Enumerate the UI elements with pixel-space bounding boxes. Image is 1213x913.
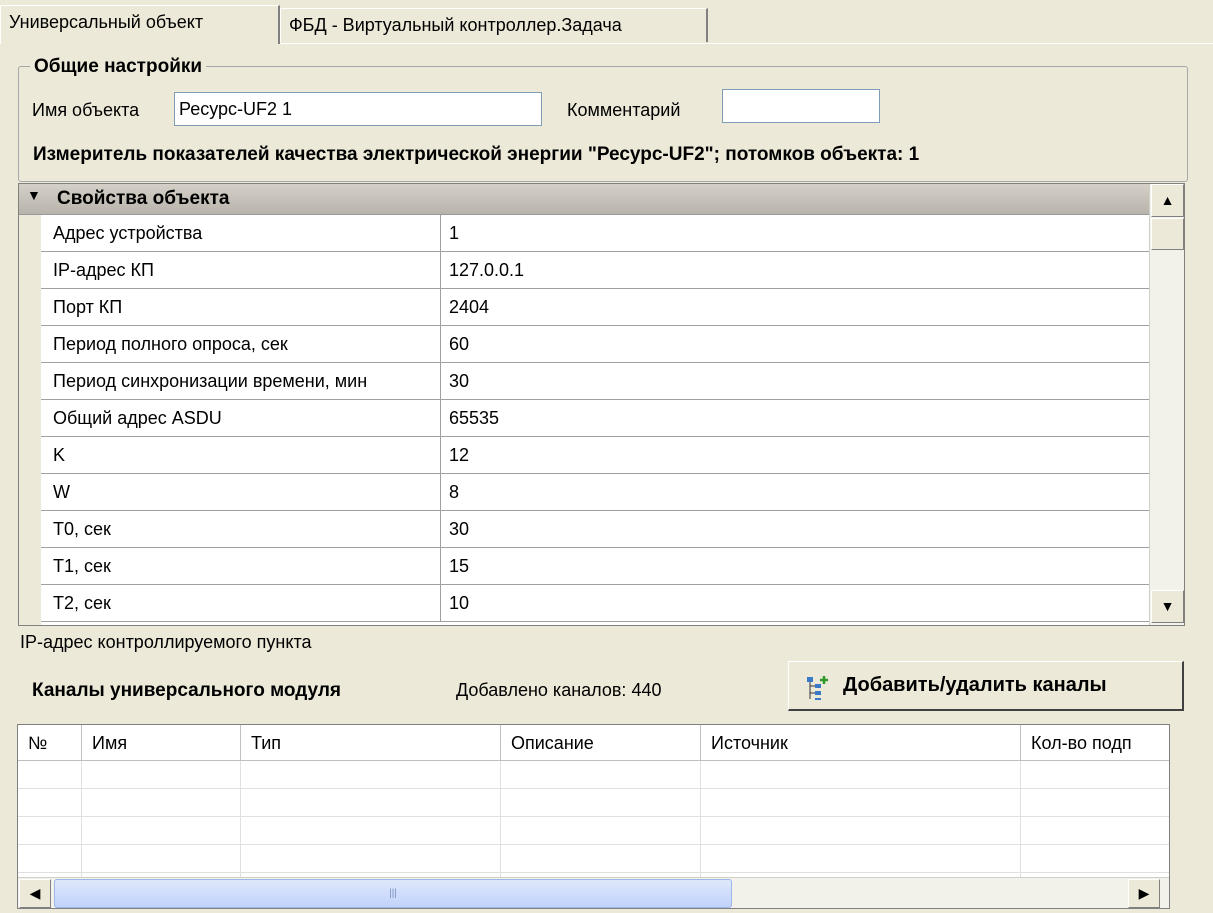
horizontal-scrollbar[interactable]: ◀ ||| ▶ (18, 877, 1169, 908)
group-legend: Общие настройки (30, 56, 207, 78)
column-divider (500, 761, 501, 879)
tab-label: Универсальный объект (9, 12, 204, 32)
tree-add-icon (805, 674, 831, 706)
property-name: Общий адрес ASDU (41, 400, 441, 436)
property-row[interactable]: Период полного опроса, сек 60 (41, 326, 1149, 363)
grid-margin (19, 215, 41, 625)
column-header-type[interactable]: Тип (241, 725, 501, 761)
tab-label: ФБД - Виртуальный контроллер.Задача (289, 15, 622, 35)
add-remove-channels-button[interactable]: Добавить/удалить каналы (788, 661, 1184, 711)
category-title: Свойства объекта (57, 188, 230, 209)
property-name: Период полного опроса, сек (41, 326, 441, 362)
property-name: IP-адрес КП (41, 252, 441, 288)
column-divider (240, 761, 241, 879)
add-button-label: Добавить/удалить каналы (843, 674, 1107, 696)
column-divider (81, 761, 82, 879)
property-name: K (41, 437, 441, 473)
triangle-down-icon[interactable]: ▼ (27, 187, 41, 203)
table-row[interactable] (18, 789, 1169, 817)
property-name: W (41, 474, 441, 510)
property-hint: IP-адрес контроллируемого пункта (20, 632, 312, 652)
object-description: Измеритель показателей качества электрич… (33, 144, 920, 165)
comment-label: Комментарий (567, 100, 681, 120)
arrow-right-icon[interactable]: ▶ (1128, 879, 1160, 908)
column-header-description[interactable]: Описание (501, 725, 701, 761)
channels-table: № Имя Тип Описание Источник Кол-во подп … (17, 724, 1170, 909)
property-row[interactable]: T1, сек 15 (41, 548, 1149, 585)
property-value[interactable]: 15 (441, 548, 1149, 584)
column-header-name[interactable]: Имя (82, 725, 241, 761)
property-name: Порт КП (41, 289, 441, 325)
property-row[interactable]: Порт КП 2404 (41, 289, 1149, 326)
column-header-source[interactable]: Источник (701, 725, 1021, 761)
property-name: T1, сек (41, 548, 441, 584)
property-value[interactable]: 10 (441, 585, 1149, 621)
channels-title: Каналы универсального модуля (32, 680, 342, 701)
column-header-number[interactable]: № (18, 725, 82, 761)
property-value[interactable]: 65535 (441, 400, 1149, 436)
arrow-left-icon[interactable]: ◀ (19, 879, 51, 908)
property-grid: ▼ Свойства объекта Адрес устройства 1 IP-а… (18, 183, 1185, 626)
scroll-thumb[interactable]: ||| (54, 879, 732, 908)
tab-universal-object[interactable]: Универсальный объект (0, 5, 280, 44)
property-row[interactable]: W8 (41, 474, 1149, 511)
property-value[interactable]: 12 (441, 437, 1149, 473)
property-name: T0, сек (41, 511, 441, 547)
property-name: Адрес устройства (41, 215, 441, 251)
tab-fbd-controller[interactable]: ФБД - Виртуальный контроллер.Задача (280, 8, 708, 42)
object-name-label: Имя объекта (32, 100, 140, 120)
property-value[interactable]: 60 (441, 326, 1149, 362)
property-category-header[interactable]: ▼ Свойства объекта (19, 184, 1149, 215)
property-row[interactable]: Адрес устройства 1 (41, 215, 1149, 252)
property-name: Период синхронизации времени, мин (41, 363, 441, 399)
comment-input[interactable] (722, 89, 880, 123)
column-header-count[interactable]: Кол-во подп (1021, 725, 1169, 761)
scroll-thumb[interactable] (1151, 218, 1184, 250)
tab-bar: Универсальный объект ФБД - Виртуальный к… (0, 0, 1213, 44)
channels-count: Добавлено каналов: 440 (456, 680, 662, 700)
property-row[interactable]: Общий адрес ASDU 65535 (41, 400, 1149, 437)
object-name-input[interactable]: Ресурс-UF2 1 (174, 92, 542, 126)
property-value[interactable]: 127.0.0.1 (441, 252, 1149, 288)
property-row[interactable]: T2, сек 10 (41, 585, 1149, 622)
table-row[interactable] (18, 845, 1169, 873)
property-row[interactable]: T0, сек 30 (41, 511, 1149, 548)
column-divider (1020, 761, 1021, 879)
property-name: T2, сек (41, 585, 441, 621)
property-row[interactable]: K 12 (41, 437, 1149, 474)
column-divider (700, 761, 701, 879)
property-row[interactable]: IP-адрес КП 127.0.0.1 (41, 252, 1149, 289)
property-value[interactable]: 2404 (441, 289, 1149, 325)
table-row[interactable] (18, 817, 1169, 845)
property-value[interactable]: 1 (441, 215, 1149, 251)
arrow-down-icon[interactable]: ▼ (1151, 590, 1184, 623)
property-row[interactable]: Период синхронизации времени, мин 30 (41, 363, 1149, 400)
table-row[interactable] (18, 761, 1169, 789)
arrow-up-icon[interactable]: ▲ (1151, 184, 1184, 217)
property-value[interactable]: 30 (441, 363, 1149, 399)
property-value[interactable]: 30 (441, 511, 1149, 547)
vertical-scrollbar[interactable]: ▲ ▼ (1149, 184, 1184, 625)
property-value[interactable]: 8 (441, 474, 1149, 510)
